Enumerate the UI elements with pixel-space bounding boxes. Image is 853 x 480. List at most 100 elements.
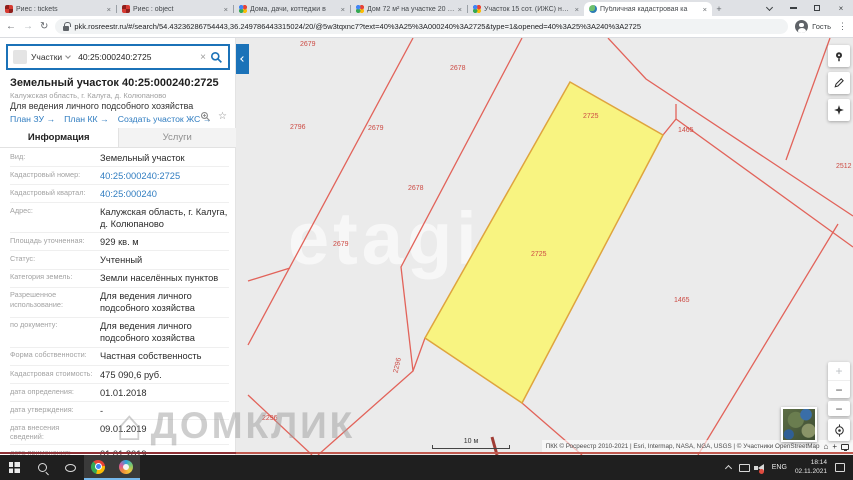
action-center-icon[interactable] [835,463,845,472]
field-value: 929 кв. м [100,236,139,247]
keyboard-language[interactable]: ENG [772,464,787,471]
favorite-star-icon[interactable]: ☆ [218,111,227,122]
minimize-button[interactable] [781,0,805,16]
selected-parcel-label[interactable]: 2725 [583,113,599,120]
field-value: Земельный участок [100,152,185,163]
search-input[interactable]: 40:25:000240:2725 [78,52,196,62]
plan-zu-link[interactable]: План ЗУ → [10,114,55,124]
tab-close-icon[interactable]: × [107,5,111,14]
zoom-out-button[interactable]: − [828,380,850,398]
home-icon[interactable]: ⌂ [823,442,828,451]
new-tab-button[interactable]: + [712,2,726,16]
browser-tab[interactable]: Риес : tickets × [0,2,116,16]
address-bar[interactable]: pkk.rosreestr.ru/#/search/54.43236286754… [55,19,789,34]
browser-menu-icon[interactable]: ⋮ [838,21,847,32]
parcel-label[interactable]: 2678 [450,65,466,72]
parcel-label[interactable]: 2679 [368,125,384,132]
panel-collapse-button[interactable] [236,44,249,74]
tab-search-chevron-icon[interactable] [757,0,781,16]
fullscreen-icon[interactable] [841,443,849,451]
parcel-label[interactable]: 2512 [836,163,852,170]
field-row: Кадастровый номер: 40:25:000240:2725 [10,167,229,186]
browser-tab[interactable]: Дома, дачи, коттеджи в × [234,2,350,16]
taskbar-search-button[interactable] [28,455,56,480]
tab-favicon-icon [356,5,364,13]
browser-profile[interactable]: Гость [795,20,831,33]
tab-close-icon[interactable]: × [341,5,345,14]
chrome-taskbar-button[interactable] [84,455,112,480]
tray-expand-icon[interactable] [724,464,732,473]
tab-close-icon[interactable]: × [703,5,707,14]
field-row: Площадь уточненная: 929 кв. м [10,233,229,252]
plus-icon[interactable]: + [832,442,837,451]
field-value: Для ведения личного подсобного хозяйства [100,321,195,344]
reload-icon[interactable]: ↻ [40,21,48,32]
parcel-label[interactable]: 2678 [408,185,424,192]
selected-parcel-label[interactable]: 2725 [531,251,547,258]
field-value: 475 090,6 руб. [100,369,162,380]
parcel-label[interactable]: 2296 [262,415,278,422]
tab-close-icon[interactable]: × [458,5,462,14]
tab-close-icon[interactable]: × [224,5,228,14]
field-label: Вид: [10,151,26,161]
create-zhs-link[interactable]: Создать участок ЖС → [118,114,212,124]
scale-bar: 10 м [432,438,510,449]
browser-tab[interactable]: Дом 72 м² на участке 20 со × [351,2,467,16]
zoom-in-button[interactable]: + [828,362,850,380]
back-icon[interactable]: ← [6,21,16,32]
desktop-screen: etagi ПКК © Росреестр 2010-2021 | Esri, … [0,0,853,480]
tab-close-icon[interactable]: × [575,5,579,14]
objects-nearby-button[interactable] [828,99,850,121]
clear-icon[interactable]: × [200,52,206,63]
taskbar-clock[interactable]: 18:14 02.11.2021 [795,459,827,477]
maximize-button[interactable] [805,0,829,16]
parcel-info-panel: Участки 40:25:000240:2725 × Земельный уч… [0,38,236,455]
field-label: Адрес: [10,205,33,215]
browser-tab[interactable]: Участок 15 сот. (ИЖС) на пр × [468,2,584,16]
tray-monitor-icon[interactable] [738,463,750,472]
parcel-label[interactable]: 1465 [674,297,690,304]
menu-icon[interactable] [13,50,27,64]
parcel-boundary-lines [247,38,853,455]
field-value: Калужская область, г. Калуга, д. Колюпан… [100,206,228,229]
zoom-slider-button[interactable]: − [828,401,850,416]
parcel-label[interactable]: 2679 [333,241,349,248]
zoom-controls: + − [828,362,850,398]
measure-tool-button[interactable] [828,72,850,94]
tab-services[interactable]: Услуги [117,128,236,147]
browser-tab[interactable]: Риес : object × [117,2,233,16]
cadastral-number-link[interactable]: 40:25:000240:2725 [100,170,229,182]
search-icon [37,463,47,472]
url-text[interactable]: pkk.rosreestr.ru/#/search/54.43236286754… [74,22,641,31]
browser-tab-strip: Риес : tickets × Риес : object × Дома, д… [0,0,853,16]
search-bar[interactable]: Участки 40:25:000240:2725 × [6,44,230,70]
field-row: дата определения: 01.01.2018 [10,384,229,403]
parcel-action-links: План ЗУ → План КК → Создать участок ЖС → [10,114,211,124]
parcel-label[interactable]: 1465 [678,127,694,134]
close-window-button[interactable]: × [829,0,853,16]
tab-information[interactable]: Информация [0,128,118,147]
parcel-label[interactable]: 2679 [300,41,316,48]
field-value: Частная собственность [100,351,202,362]
start-button[interactable] [0,455,28,480]
avatar[interactable] [795,20,809,33]
field-value: Для ведения личного подсобного хозяйства [100,291,195,314]
chrome-icon [91,459,105,474]
task-view-button[interactable] [56,455,84,480]
search-icon[interactable] [210,51,223,64]
zoom-to-parcel-icon[interactable] [200,111,211,122]
selected-parcel-polygon[interactable] [424,80,665,405]
minimap-satellite-thumbnail[interactable] [781,407,817,442]
field-label: дата утверждения: [10,404,74,414]
marker-tool-button[interactable] [828,45,850,67]
parcel-label[interactable]: 2796 [290,124,306,131]
browser-tab-active[interactable]: Публичная кадастровая ка × [584,2,712,16]
plan-kk-link[interactable]: План КК → [64,114,109,124]
volume-muted-icon[interactable] [753,463,764,474]
forward-icon[interactable]: → [23,21,33,32]
app-taskbar-button[interactable] [112,455,140,480]
cadastral-map[interactable]: etagi ПКК © Росреестр 2010-2021 | Esri, … [236,38,853,455]
cadastral-block-link[interactable]: 40:25:000240 [100,188,229,200]
locate-me-button[interactable] [828,419,850,441]
search-category-select[interactable]: Участки [31,52,62,62]
